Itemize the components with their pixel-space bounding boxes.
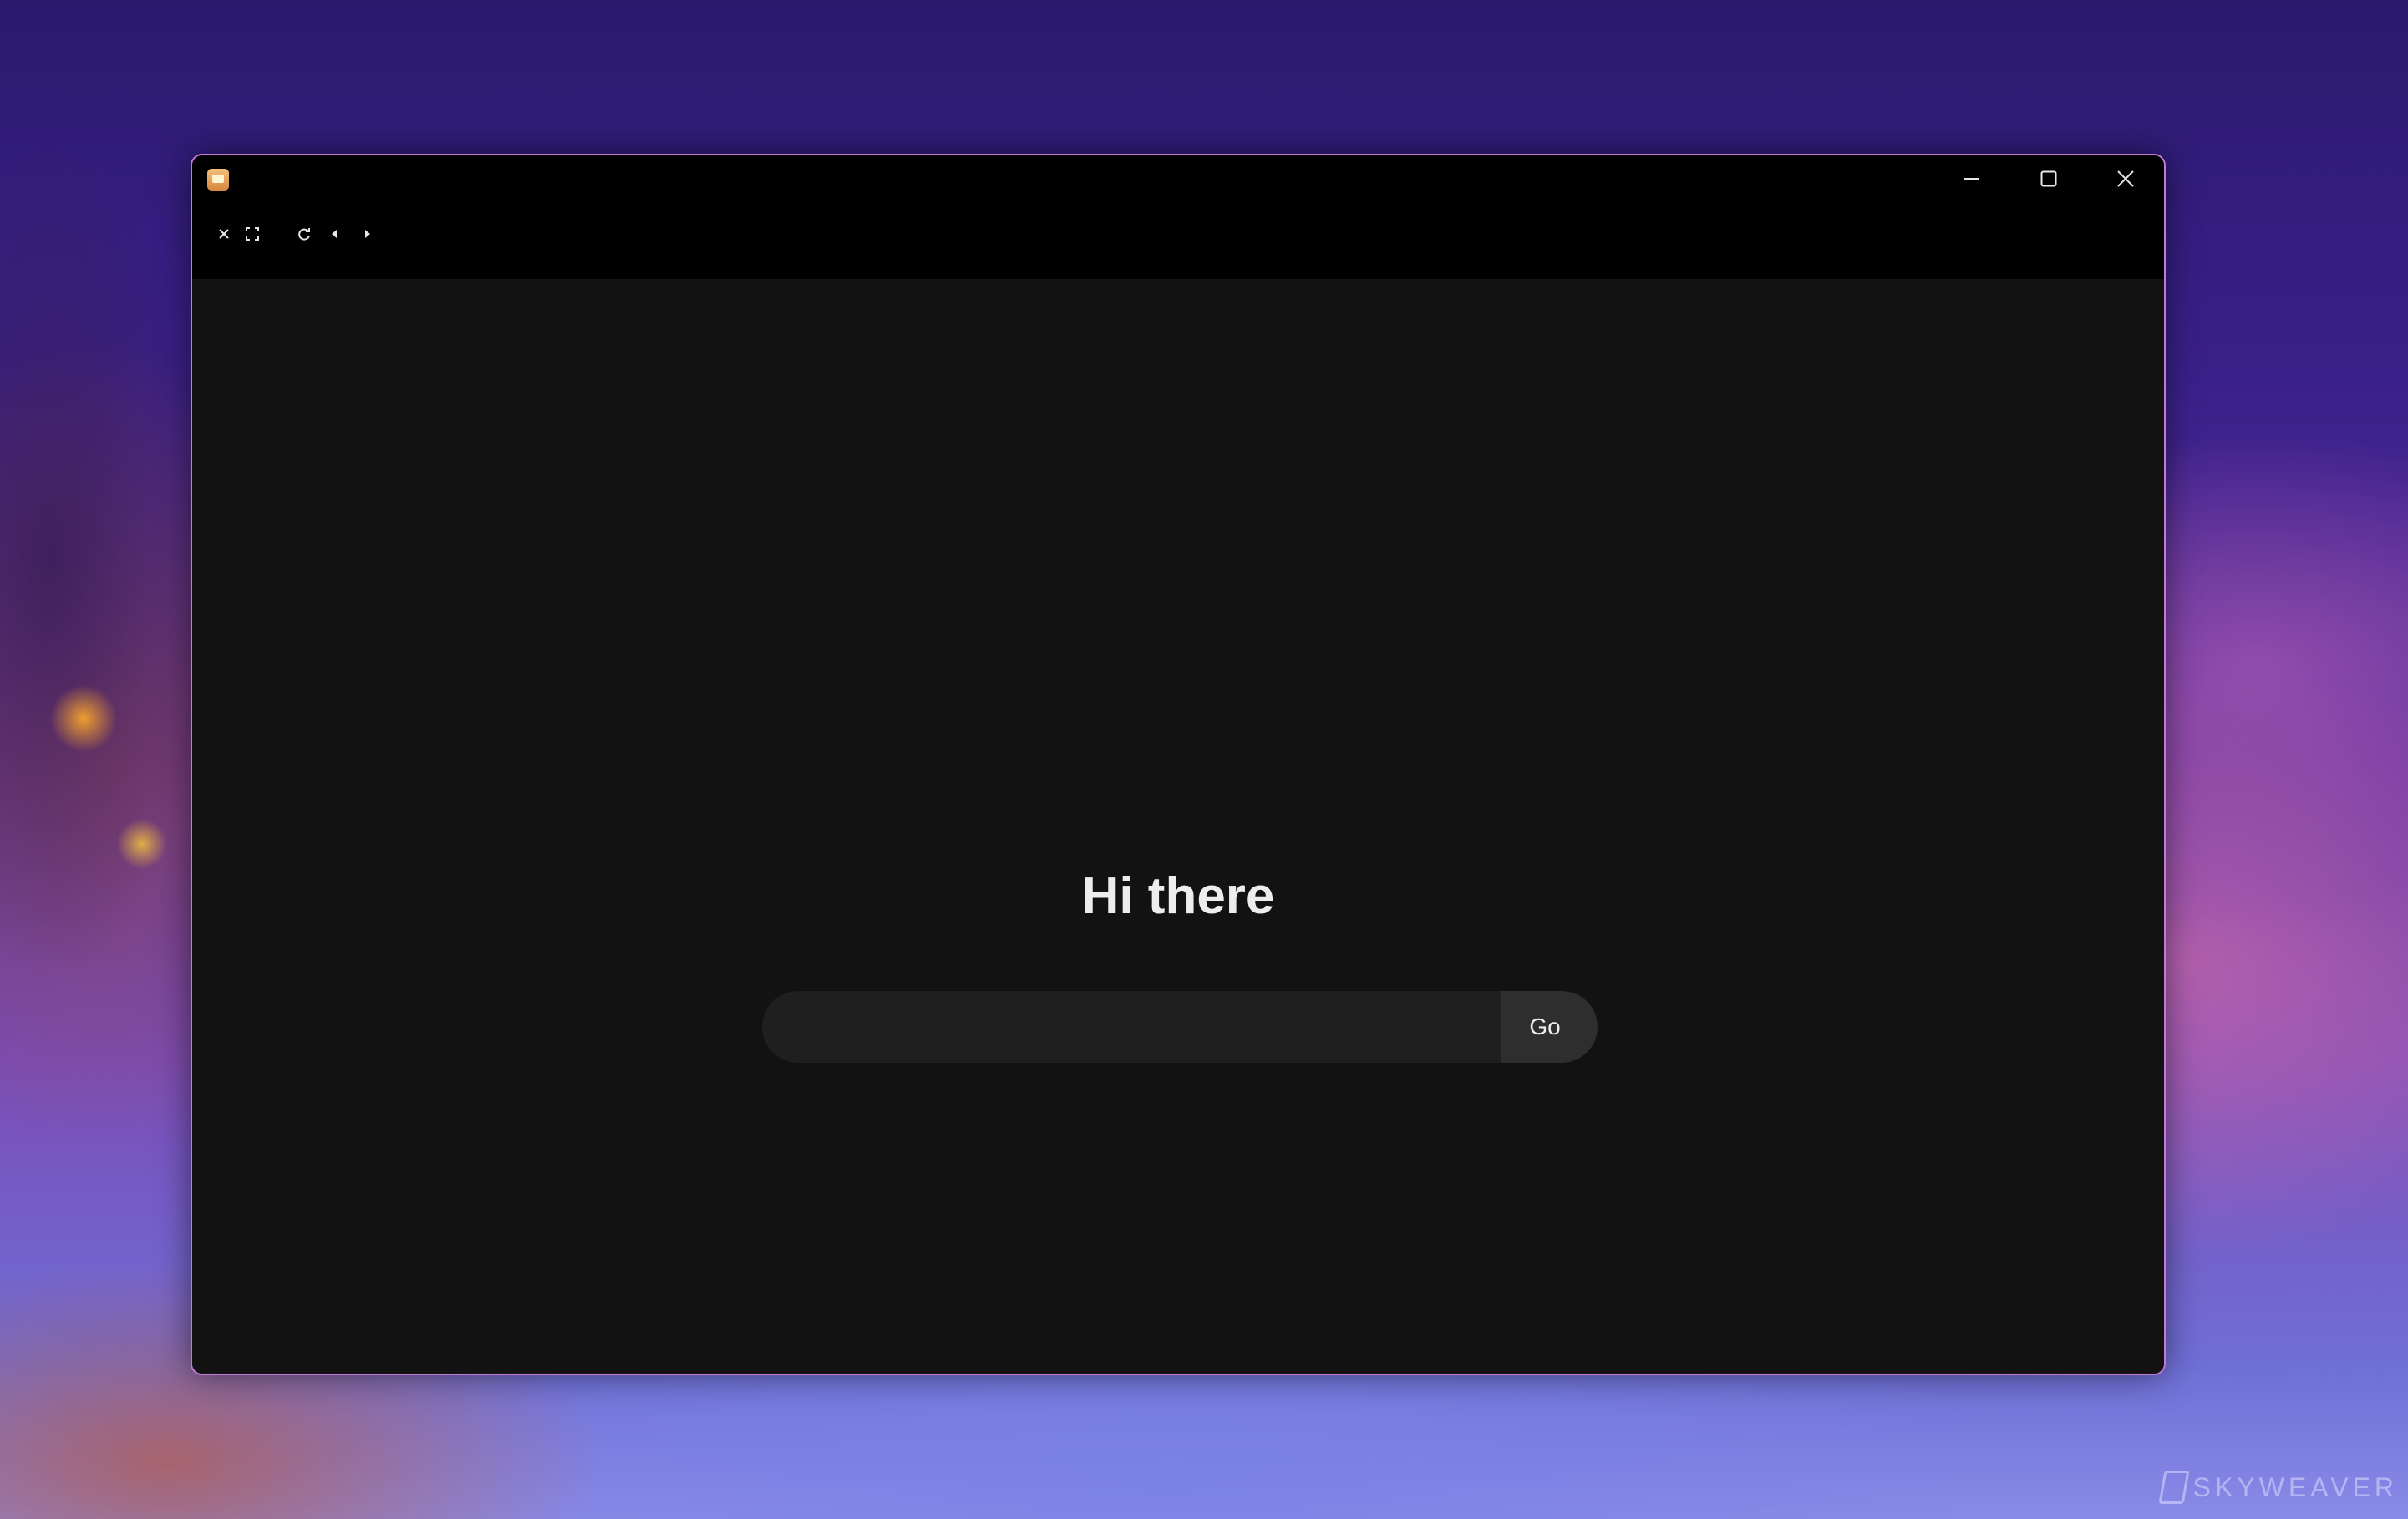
toolbar — [192, 202, 2164, 279]
close-view-button[interactable] — [214, 224, 234, 244]
content-area: Hi there Go — [192, 279, 2164, 1374]
search-bar: Go — [762, 991, 1598, 1063]
back-button[interactable] — [324, 224, 344, 244]
skyweaver-logo-icon — [2158, 1471, 2190, 1504]
reload-button[interactable] — [294, 224, 314, 244]
search-input[interactable] — [762, 991, 1501, 1063]
reload-icon — [298, 228, 310, 241]
go-button[interactable]: Go — [1501, 991, 1598, 1063]
close-icon — [2117, 170, 2134, 187]
watermark-text: SKYWEAVER — [2192, 1471, 2398, 1502]
fullscreen-button[interactable] — [242, 224, 262, 244]
wallpaper-tree — [0, 100, 201, 1019]
maximize-button[interactable] — [2010, 155, 2087, 202]
minimize-button[interactable] — [1933, 155, 2010, 202]
wallpaper-watermark: SKYWEAVER — [2158, 1471, 2398, 1504]
forward-button[interactable] — [358, 224, 378, 244]
app-window: Hi there Go — [191, 154, 2166, 1375]
minimize-icon — [1964, 178, 1979, 180]
caret-left-icon — [332, 230, 337, 238]
fullscreen-icon — [246, 227, 259, 241]
title-bar[interactable] — [192, 155, 2164, 202]
greeting-heading: Hi there — [1081, 867, 1275, 925]
close-button[interactable] — [2087, 155, 2164, 202]
maximize-icon — [2040, 170, 2057, 187]
x-icon — [219, 229, 229, 239]
app-icon — [207, 169, 229, 191]
caret-right-icon — [365, 230, 370, 238]
window-controls — [1933, 155, 2164, 202]
